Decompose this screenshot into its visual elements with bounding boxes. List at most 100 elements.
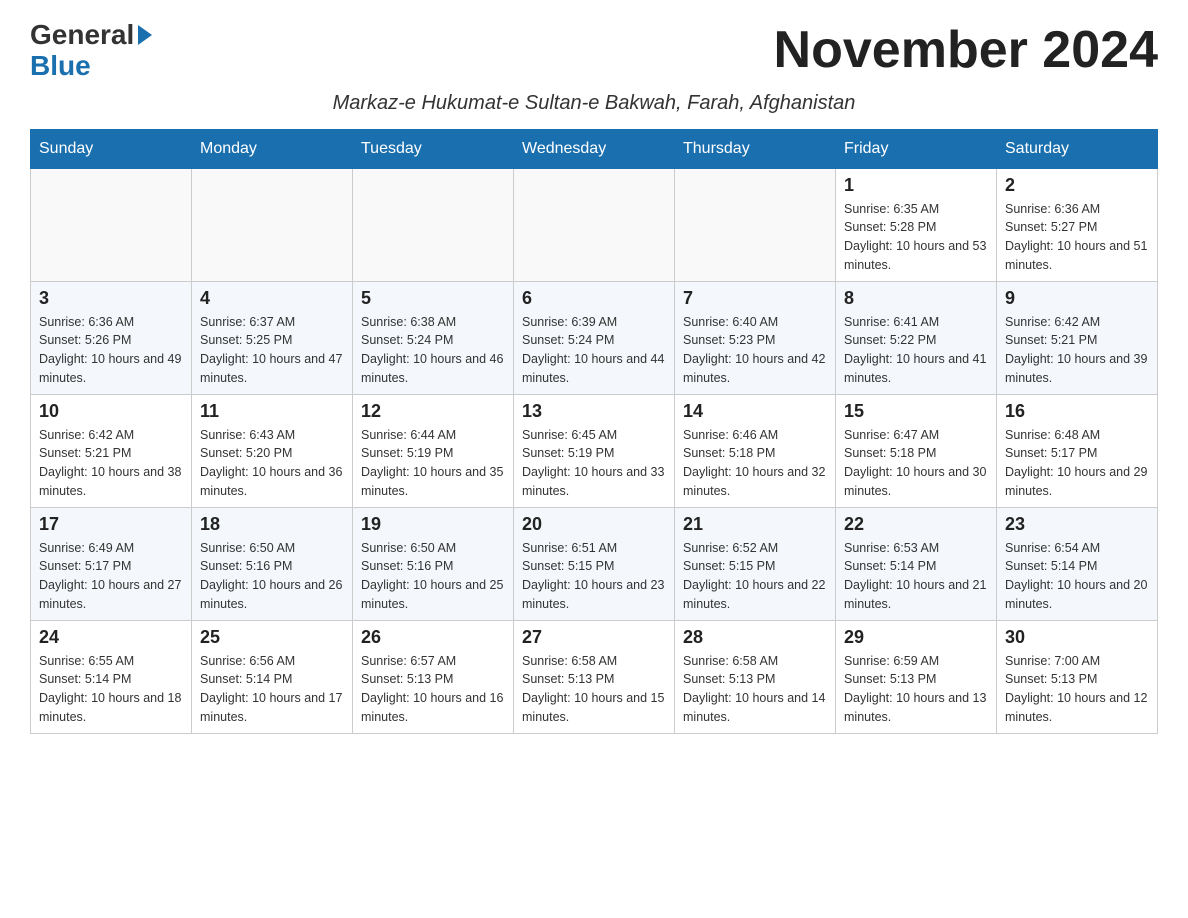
calendar-cell <box>353 168 514 281</box>
day-number: 21 <box>683 514 827 535</box>
day-info: Sunrise: 6:56 AMSunset: 5:14 PMDaylight:… <box>200 652 344 727</box>
weekday-header-monday: Monday <box>192 129 353 168</box>
day-info: Sunrise: 6:55 AMSunset: 5:14 PMDaylight:… <box>39 652 183 727</box>
day-info: Sunrise: 6:46 AMSunset: 5:18 PMDaylight:… <box>683 426 827 501</box>
weekday-header-thursday: Thursday <box>675 129 836 168</box>
calendar-cell: 28 Sunrise: 6:58 AMSunset: 5:13 PMDayligh… <box>675 620 836 733</box>
day-number: 6 <box>522 288 666 309</box>
calendar-cell: 8 Sunrise: 6:41 AMSunset: 5:22 PMDaylight… <box>836 281 997 394</box>
calendar-cell: 22 Sunrise: 6:53 AMSunset: 5:14 PMDayligh… <box>836 507 997 620</box>
weekday-header-tuesday: Tuesday <box>353 129 514 168</box>
calendar-cell: 19 Sunrise: 6:50 AMSunset: 5:16 PMDayligh… <box>353 507 514 620</box>
day-info: Sunrise: 6:44 AMSunset: 5:19 PMDaylight:… <box>361 426 505 501</box>
calendar-cell: 6 Sunrise: 6:39 AMSunset: 5:24 PMDaylight… <box>514 281 675 394</box>
day-info: Sunrise: 6:37 AMSunset: 5:25 PMDaylight:… <box>200 313 344 388</box>
day-info: Sunrise: 6:58 AMSunset: 5:13 PMDaylight:… <box>683 652 827 727</box>
day-number: 2 <box>1005 175 1149 196</box>
day-info: Sunrise: 6:39 AMSunset: 5:24 PMDaylight:… <box>522 313 666 388</box>
day-info: Sunrise: 6:57 AMSunset: 5:13 PMDaylight:… <box>361 652 505 727</box>
day-number: 12 <box>361 401 505 422</box>
calendar-cell: 4 Sunrise: 6:37 AMSunset: 5:25 PMDaylight… <box>192 281 353 394</box>
day-info: Sunrise: 6:49 AMSunset: 5:17 PMDaylight:… <box>39 539 183 614</box>
day-number: 24 <box>39 627 183 648</box>
logo-blue-text: Blue <box>30 51 91 82</box>
day-number: 19 <box>361 514 505 535</box>
calendar-cell: 5 Sunrise: 6:38 AMSunset: 5:24 PMDaylight… <box>353 281 514 394</box>
calendar-cell <box>192 168 353 281</box>
calendar-cell: 11 Sunrise: 6:43 AMSunset: 5:20 PMDayligh… <box>192 394 353 507</box>
day-number: 10 <box>39 401 183 422</box>
day-number: 11 <box>200 401 344 422</box>
day-number: 30 <box>1005 627 1149 648</box>
day-info: Sunrise: 6:36 AMSunset: 5:27 PMDaylight:… <box>1005 200 1149 275</box>
calendar-cell: 9 Sunrise: 6:42 AMSunset: 5:21 PMDaylight… <box>997 281 1158 394</box>
day-number: 7 <box>683 288 827 309</box>
calendar-cell <box>514 168 675 281</box>
calendar-cell: 1 Sunrise: 6:35 AMSunset: 5:28 PMDaylight… <box>836 168 997 281</box>
day-info: Sunrise: 6:45 AMSunset: 5:19 PMDaylight:… <box>522 426 666 501</box>
day-info: Sunrise: 6:42 AMSunset: 5:21 PMDaylight:… <box>1005 313 1149 388</box>
calendar-cell: 17 Sunrise: 6:49 AMSunset: 5:17 PMDayligh… <box>31 507 192 620</box>
day-number: 29 <box>844 627 988 648</box>
day-info: Sunrise: 6:41 AMSunset: 5:22 PMDaylight:… <box>844 313 988 388</box>
day-info: Sunrise: 6:38 AMSunset: 5:24 PMDaylight:… <box>361 313 505 388</box>
day-info: Sunrise: 6:48 AMSunset: 5:17 PMDaylight:… <box>1005 426 1149 501</box>
weekday-header-friday: Friday <box>836 129 997 168</box>
day-number: 17 <box>39 514 183 535</box>
logo-arrow-icon <box>138 25 152 45</box>
day-number: 16 <box>1005 401 1149 422</box>
calendar-cell: 13Sunrise: 6:45 AMSunset: 5:19 PMDayligh… <box>514 394 675 507</box>
day-number: 4 <box>200 288 344 309</box>
calendar-cell: 29Sunrise: 6:59 AMSunset: 5:13 PMDayligh… <box>836 620 997 733</box>
logo: General Blue <box>30 20 152 82</box>
calendar-cell: 14 Sunrise: 6:46 AMSunset: 5:18 PMDayligh… <box>675 394 836 507</box>
day-number: 22 <box>844 514 988 535</box>
day-number: 28 <box>683 627 827 648</box>
calendar-cell: 27 Sunrise: 6:58 AMSunset: 5:13 PMDayligh… <box>514 620 675 733</box>
logo-general-text: General <box>30 20 134 51</box>
calendar-cell: 20Sunrise: 6:51 AMSunset: 5:15 PMDayligh… <box>514 507 675 620</box>
day-info: Sunrise: 6:58 AMSunset: 5:13 PMDaylight:… <box>522 652 666 727</box>
day-number: 27 <box>522 627 666 648</box>
calendar-cell: 2 Sunrise: 6:36 AMSunset: 5:27 PMDaylight… <box>997 168 1158 281</box>
day-info: Sunrise: 7:00 AMSunset: 5:13 PMDaylight:… <box>1005 652 1149 727</box>
day-number: 18 <box>200 514 344 535</box>
day-info: Sunrise: 6:35 AMSunset: 5:28 PMDaylight:… <box>844 200 988 275</box>
day-number: 8 <box>844 288 988 309</box>
calendar-cell: 24 Sunrise: 6:55 AMSunset: 5:14 PMDayligh… <box>31 620 192 733</box>
location-subtitle: Markaz-e Hukumat-e Sultan-e Bakwah, Fara… <box>30 92 1158 115</box>
day-info: Sunrise: 6:53 AMSunset: 5:14 PMDaylight:… <box>844 539 988 614</box>
calendar-cell: 10Sunrise: 6:42 AMSunset: 5:21 PMDayligh… <box>31 394 192 507</box>
day-info: Sunrise: 6:50 AMSunset: 5:16 PMDaylight:… <box>200 539 344 614</box>
day-number: 25 <box>200 627 344 648</box>
calendar-cell: 30 Sunrise: 7:00 AMSunset: 5:13 PMDayligh… <box>997 620 1158 733</box>
day-info: Sunrise: 6:43 AMSunset: 5:20 PMDaylight:… <box>200 426 344 501</box>
day-info: Sunrise: 6:51 AMSunset: 5:15 PMDaylight:… <box>522 539 666 614</box>
calendar-cell: 26 Sunrise: 6:57 AMSunset: 5:13 PMDayligh… <box>353 620 514 733</box>
day-number: 23 <box>1005 514 1149 535</box>
day-info: Sunrise: 6:54 AMSunset: 5:14 PMDaylight:… <box>1005 539 1149 614</box>
calendar-cell: 12 Sunrise: 6:44 AMSunset: 5:19 PMDayligh… <box>353 394 514 507</box>
calendar-cell: 18 Sunrise: 6:50 AMSunset: 5:16 PMDayligh… <box>192 507 353 620</box>
calendar-cell: 7 Sunrise: 6:40 AMSunset: 5:23 PMDaylight… <box>675 281 836 394</box>
day-number: 15 <box>844 401 988 422</box>
day-info: Sunrise: 6:40 AMSunset: 5:23 PMDaylight:… <box>683 313 827 388</box>
day-info: Sunrise: 6:36 AMSunset: 5:26 PMDaylight:… <box>39 313 183 388</box>
day-number: 1 <box>844 175 988 196</box>
weekday-header-saturday: Saturday <box>997 129 1158 168</box>
day-number: 5 <box>361 288 505 309</box>
day-number: 9 <box>1005 288 1149 309</box>
calendar-cell: 16 Sunrise: 6:48 AMSunset: 5:17 PMDayligh… <box>997 394 1158 507</box>
day-number: 26 <box>361 627 505 648</box>
calendar-table: SundayMondayTuesdayWednesdayThursdayFrid… <box>30 129 1158 734</box>
calendar-cell: 25 Sunrise: 6:56 AMSunset: 5:14 PMDayligh… <box>192 620 353 733</box>
day-number: 14 <box>683 401 827 422</box>
weekday-header-wednesday: Wednesday <box>514 129 675 168</box>
day-info: Sunrise: 6:50 AMSunset: 5:16 PMDaylight:… <box>361 539 505 614</box>
calendar-cell: 3 Sunrise: 6:36 AMSunset: 5:26 PMDaylight… <box>31 281 192 394</box>
calendar-cell: 21 Sunrise: 6:52 AMSunset: 5:15 PMDayligh… <box>675 507 836 620</box>
day-number: 3 <box>39 288 183 309</box>
calendar-cell <box>675 168 836 281</box>
header: General Blue November 2024 <box>30 20 1158 82</box>
day-info: Sunrise: 6:52 AMSunset: 5:15 PMDaylight:… <box>683 539 827 614</box>
